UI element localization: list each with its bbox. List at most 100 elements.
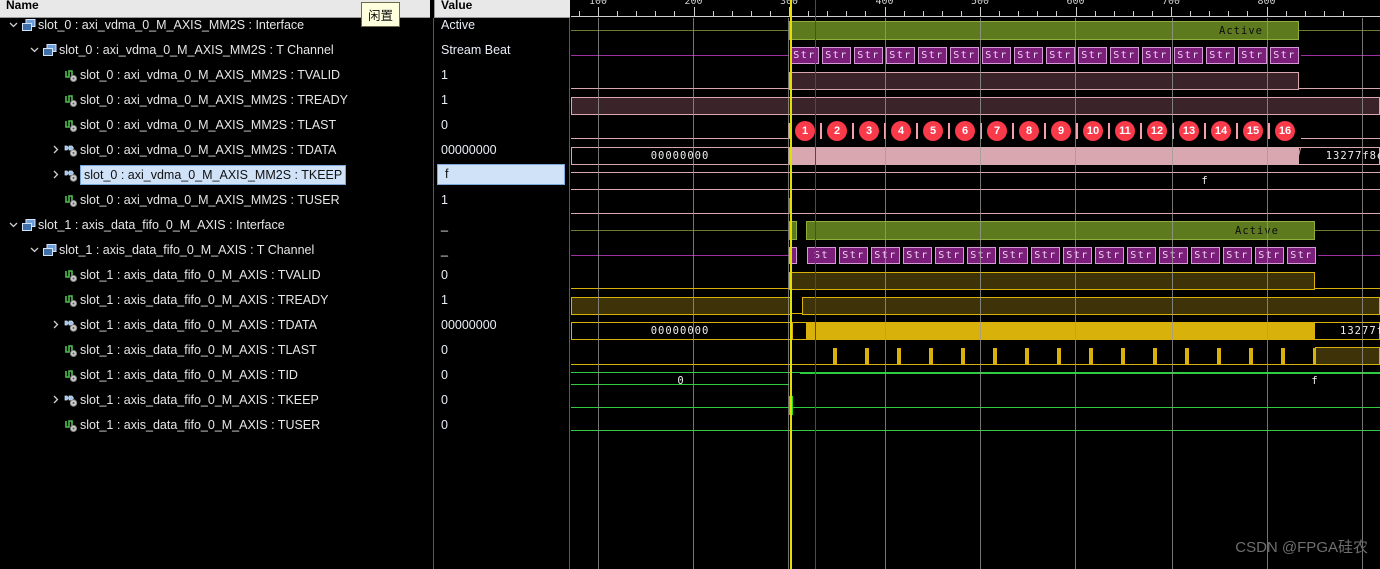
stream-beat-strobe: Str [1063,247,1092,264]
signal-value-cell[interactable]: 1 [434,289,569,311]
bus-value-label: f [1311,375,1319,387]
stream-beat-strobe: Str [1287,247,1316,264]
signal-value-cell[interactable]: Stream Beat [434,39,569,61]
stream-beat-strobe: Str [822,47,851,64]
grid-line [980,18,981,569]
signal-level-line [791,313,802,314]
signal-value-cell[interactable]: 1 [434,89,569,111]
signal-value-cell[interactable]: Active [434,18,569,36]
chevron-down-icon[interactable] [6,214,20,236]
bus-icon [62,394,80,407]
stream-beat-strobe: Str [1159,247,1188,264]
signal-value-cell[interactable]: 00000000 [434,314,569,336]
signal-tree-row[interactable]: slot_1 : axis_data_fifo_0_M_AXIS : TVALI… [0,264,430,286]
ruler-tick-minor [960,11,962,16]
signal-value-cell[interactable]: 1 [434,64,569,86]
signal-tree-row[interactable]: slot_0 : axi_vdma_0_M_AXIS_MM2S : TKEEP [0,164,430,186]
signal-value-cell[interactable]: 0 [434,389,569,411]
bus-value-label: 0 [677,375,685,387]
signal-tree-row[interactable]: slot_1 : axis_data_fifo_0_M_AXIS : TLAST [0,339,430,361]
tlast-pulse [961,348,965,365]
beat-number-marker: 15 [1243,121,1263,141]
chevron-right-icon[interactable] [48,164,62,186]
signal-value-cell[interactable]: f [437,164,565,185]
signal-value-cell[interactable]: 0 [434,364,569,386]
signal-tree-row[interactable]: slot_1 : axis_data_fifo_0_M_AXIS : T Cha… [0,239,430,261]
signal-value-cell[interactable]: 00000000 [434,139,569,161]
signal-value-cell[interactable]: 0 [434,414,569,436]
ruler-tick-major [884,7,886,16]
signal-tree-row[interactable]: slot_0 : axi_vdma_0_M_AXIS_MM2S : TUSER [0,189,430,211]
signal-value-panel[interactable]: Active Stream Beat 1 1 0 00000000 f 1 _ _ 0 1 000000… [433,18,570,569]
ruler-tick-label: 400 [875,0,894,7]
wave-icon [62,194,80,207]
column-header-value[interactable]: Value [434,0,570,18]
stream-beat-strobe: Str [935,247,964,264]
grid-line [693,18,694,569]
signal-value-cell[interactable]: 0 [434,114,569,136]
signal-tree-row[interactable]: slot_1 : axis_data_fifo_0_M_AXIS : Inter… [0,214,430,236]
panel-splitter[interactable] [430,0,433,569]
wave-icon [62,94,80,107]
signal-value-cell[interactable]: _ [434,239,569,261]
signal-value-cell[interactable]: _ [434,214,569,236]
chevron-down-icon[interactable] [27,39,41,61]
signal-tree-row[interactable]: slot_1 : axis_data_fifo_0_M_AXIS : TREAD… [0,289,430,311]
signal-level-line [571,288,789,289]
tlast-pulse [1185,348,1189,365]
signal-tree-row[interactable]: slot_1 : axis_data_fifo_0_M_AXIS : TKEEP [0,389,430,411]
signal-tree-row[interactable]: slot_0 : axi_vdma_0_M_AXIS_MM2S : T Chan… [0,39,430,61]
signal-tree-row[interactable]: slot_0 : axi_vdma_0_M_AXIS_MM2S : TVALID [0,64,430,86]
ruler-tick-label: 800 [1257,0,1276,7]
stream-beat-strobe: Str [1238,47,1267,64]
signal-name-label: slot_1 : axis_data_fifo_0_M_AXIS : TVALI… [80,268,321,282]
chevron-right-icon[interactable] [48,389,62,411]
chevron-right-icon[interactable] [48,139,62,161]
red-cursor[interactable] [815,0,816,569]
bus-icon [62,144,80,157]
ruler-tick-major [598,7,599,16]
chevron-right-icon[interactable] [48,314,62,336]
bus-value-label: f [1201,175,1209,187]
signal-tree-row[interactable]: slot_1 : axis_data_fifo_0_M_AXIS : TID [0,364,430,386]
signal-tree-row[interactable]: slot_0 : axi_vdma_0_M_AXIS_MM2S : TLAST [0,114,430,136]
wave-icon [62,69,80,82]
signal-tree-row[interactable]: slot_1 : axis_data_fifo_0_M_AXIS : TUSER [0,414,430,436]
wave-icon [62,344,80,357]
wave-icon [62,419,80,432]
ruler-baseline [571,16,1380,17]
signal-tree-row[interactable]: slot_0 : axi_vdma_0_M_AXIS_MM2S : TDATA [0,139,430,161]
stream-beat-strobe: Str [1046,47,1075,64]
signal-value-cell[interactable]: 0 [434,264,569,286]
signal-name-panel[interactable]: slot_0 : axi_vdma_0_M_AXIS_MM2S : Interf… [0,18,430,569]
ruler-tick-minor [922,11,924,16]
signal-tree-row[interactable]: slot_1 : axis_data_fifo_0_M_AXIS : TDATA [0,314,430,336]
signal-tree-row[interactable]: slot_0 : axi_vdma_0_M_AXIS_MM2S : TREADY [0,89,430,111]
ruler-tick-minor [903,11,905,16]
signal-level-line [571,30,789,31]
ruler-tick-minor [636,11,638,16]
stream-beat-strobe: Str [1206,47,1235,64]
ruler-tick-minor [1037,11,1039,16]
tlast-pulse [1025,348,1029,365]
ruler-tick-minor [578,11,580,16]
chevron-down-icon[interactable] [27,239,41,261]
bus-value-label: 13277f8e [1325,150,1380,162]
signal-name-label: slot_1 : axis_data_fifo_0_M_AXIS : TKEEP [80,393,319,407]
time-ruler[interactable]: 100 200 300 400 500 600 700 800 [571,0,1380,18]
waveform-canvas[interactable]: 100 200 300 400 500 600 700 800 Active Str Str Str… [571,0,1380,569]
yellow-marker[interactable] [790,0,792,569]
chevron-down-icon[interactable] [6,18,20,36]
stream-beat-strobe: Str [1127,247,1156,264]
beat-divider [1204,123,1206,139]
ruler-tick-minor [712,11,714,16]
grid-line [1172,18,1173,569]
signal-value-cell[interactable]: 0 [434,339,569,361]
stream-beat-strobe: Str [1270,47,1299,64]
signal-value-cell[interactable]: 1 [434,189,569,211]
signal-level-line [1299,88,1380,89]
beat-number-marker: 1 [795,121,815,141]
beat-divider [1140,123,1142,139]
ruler-tick-minor [1094,11,1096,16]
ruler-tick-minor [1323,11,1325,16]
